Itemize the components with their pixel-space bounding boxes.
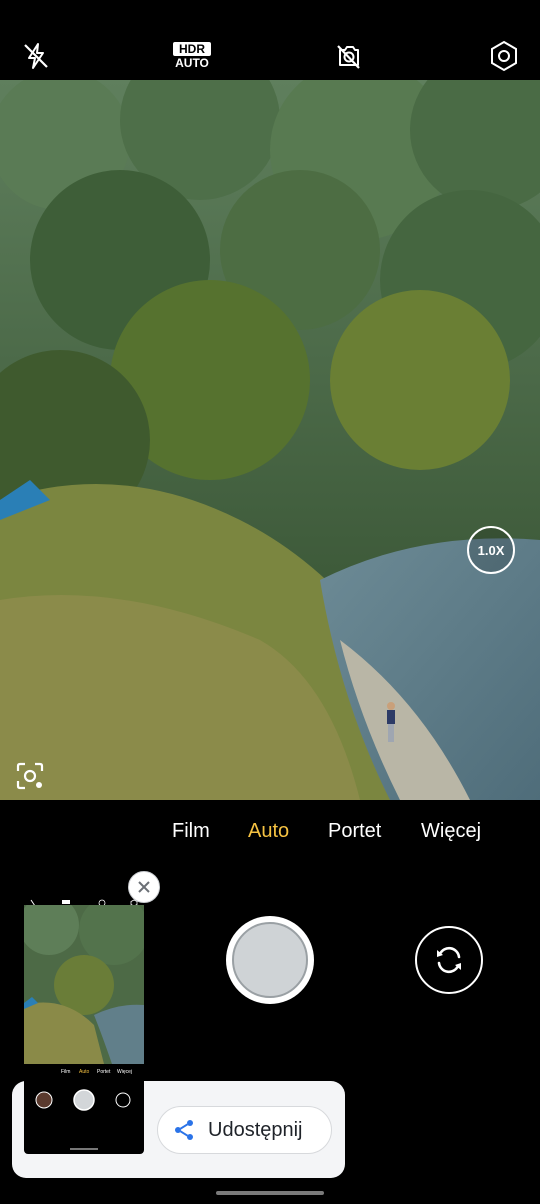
thumb-mode-film: Film xyxy=(61,1069,71,1075)
share-label: Udostępnij xyxy=(208,1118,303,1141)
home-indicator[interactable] xyxy=(216,1191,324,1195)
hdr-label: HDR xyxy=(173,42,211,56)
shutter-button[interactable] xyxy=(226,916,314,1004)
zoom-level-button[interactable]: 1.0X xyxy=(467,526,515,574)
thumb-mode-auto: Auto xyxy=(79,1069,90,1075)
mode-selector: Film Auto Portet Więcej xyxy=(0,812,540,852)
screenshot-thumbnail[interactable]: Film Auto Portet Więcej xyxy=(24,895,144,1154)
mode-auto[interactable]: Auto xyxy=(248,820,289,843)
shutter-inner xyxy=(232,922,308,998)
zoom-label: 1.0X xyxy=(477,542,505,558)
mode-film[interactable]: Film xyxy=(172,820,210,843)
share-button[interactable]: Udostępnij xyxy=(157,1106,332,1154)
thumb-mode-portrait: Portet xyxy=(97,1069,111,1075)
mode-more[interactable]: Więcej xyxy=(421,820,481,843)
switch-camera-button[interactable] xyxy=(415,926,483,994)
thumb-controls xyxy=(35,1089,131,1150)
thumb-mode-row: Film Auto Portet Więcej xyxy=(24,1067,144,1079)
thumb-mode-more: Więcej xyxy=(117,1069,133,1075)
settings-icon[interactable] xyxy=(484,36,524,76)
hdr-auto-toggle[interactable]: HDR AUTO xyxy=(173,42,211,70)
thumb-photo xyxy=(24,905,144,1064)
mode-portrait[interactable]: Portet xyxy=(328,820,381,843)
share-icon xyxy=(175,1120,193,1140)
scene-image xyxy=(0,80,540,800)
scan-lens-icon[interactable] xyxy=(14,760,46,792)
close-icon xyxy=(138,881,150,893)
flash-off-icon[interactable] xyxy=(16,36,56,76)
camera-viewfinder[interactable]: 1.0X xyxy=(0,80,540,800)
motion-off-icon[interactable] xyxy=(328,36,368,76)
hdr-mode-label: AUTO xyxy=(175,56,209,70)
close-preview-button[interactable] xyxy=(128,871,160,903)
camera-switch-icon xyxy=(437,946,461,974)
top-bar: HDR AUTO xyxy=(0,0,540,80)
